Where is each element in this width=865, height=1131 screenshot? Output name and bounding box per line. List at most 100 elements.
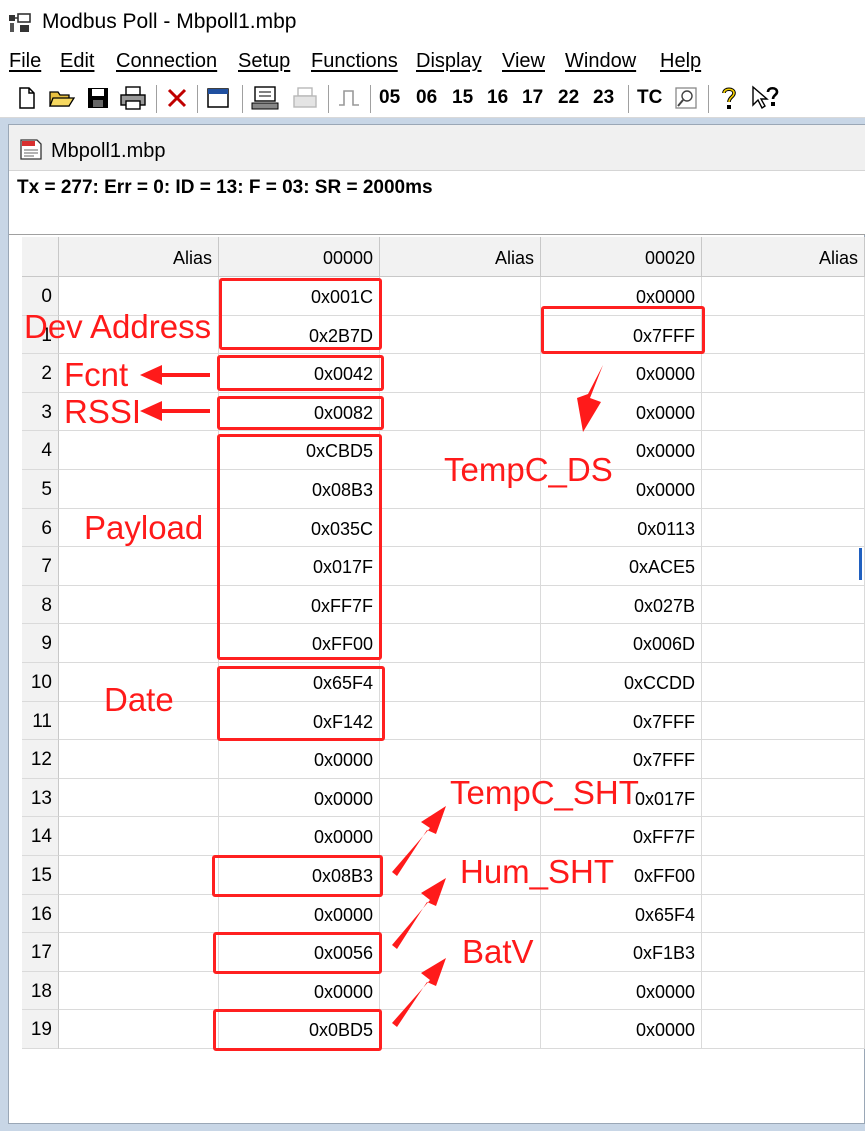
alias-cell[interactable] [702, 547, 865, 586]
alias-cell[interactable] [59, 470, 219, 509]
window-button[interactable] [205, 83, 231, 113]
alias-cell[interactable] [702, 431, 865, 470]
alias-cell[interactable] [59, 624, 219, 663]
fc-15-button[interactable]: 15 [452, 83, 473, 113]
alias-cell[interactable] [380, 547, 541, 586]
register-cell-00020[interactable]: 0x006D [541, 624, 702, 663]
alias-cell[interactable] [380, 277, 541, 316]
menu-functions[interactable]: Functions [311, 50, 398, 73]
alias-cell[interactable] [702, 585, 865, 625]
alias-cell[interactable] [59, 585, 219, 625]
address-header-00000[interactable]: 00000 [219, 237, 380, 277]
register-cell-00020[interactable]: 0x65F4 [541, 894, 702, 934]
alias-cell[interactable] [702, 1010, 865, 1049]
row-number[interactable]: 10 [22, 663, 59, 702]
alias-cell[interactable] [59, 547, 219, 586]
row-number[interactable]: 11 [22, 701, 59, 741]
register-cell-00020[interactable]: 0x0113 [541, 508, 702, 548]
read-write-button[interactable] [250, 83, 280, 113]
register-cell-00020[interactable]: 0x0000 [541, 354, 702, 393]
alias-cell[interactable] [59, 1010, 219, 1049]
alias-cell[interactable] [380, 971, 541, 1011]
row-number[interactable]: 6 [22, 508, 59, 548]
new-file-button[interactable] [16, 83, 38, 113]
open-file-button[interactable] [48, 83, 76, 113]
alias-header-2[interactable]: Alias [380, 237, 541, 277]
alias-cell[interactable] [702, 933, 865, 972]
menu-setup[interactable]: Setup [238, 50, 290, 73]
alias-cell[interactable] [702, 778, 865, 818]
alias-cell[interactable] [380, 624, 541, 663]
register-cell-00000[interactable]: 0x0000 [219, 971, 380, 1011]
alias-cell[interactable] [702, 971, 865, 1011]
register-cell-00000[interactable]: 0x0000 [219, 778, 380, 818]
alias-cell[interactable] [702, 508, 865, 548]
context-help-button[interactable] [750, 83, 782, 113]
row-number[interactable]: 5 [22, 470, 59, 509]
register-cell-00020[interactable]: 0x0000 [541, 1010, 702, 1049]
address-header-00020[interactable]: 00020 [541, 237, 702, 277]
row-number[interactable]: 16 [22, 894, 59, 934]
menu-file[interactable]: File [9, 50, 41, 73]
alias-cell[interactable] [59, 856, 219, 895]
pulse-button[interactable] [336, 83, 362, 113]
register-cell-00020[interactable]: 0x0000 [541, 392, 702, 432]
register-cell-00020[interactable]: 0x7FFF [541, 701, 702, 741]
alias-cell[interactable] [59, 971, 219, 1011]
register-cell-00020[interactable]: 0xACE5 [541, 547, 702, 586]
save-button[interactable] [86, 83, 110, 113]
alias-cell[interactable] [380, 392, 541, 432]
row-number[interactable]: 14 [22, 817, 59, 856]
alias-cell[interactable] [59, 740, 219, 779]
alias-cell[interactable] [59, 431, 219, 470]
disconnect-button[interactable] [164, 83, 190, 113]
menu-edit[interactable]: Edit [60, 50, 94, 73]
scroll-indicator[interactable] [859, 548, 862, 580]
alias-cell[interactable] [59, 817, 219, 856]
alias-cell[interactable] [380, 585, 541, 625]
menu-connection[interactable]: Connection [116, 50, 217, 73]
alias-cell[interactable] [702, 856, 865, 895]
alias-cell[interactable] [702, 354, 865, 393]
register-cell-00020[interactable]: 0x0000 [541, 971, 702, 1011]
alias-cell[interactable] [380, 701, 541, 741]
register-cell-00020[interactable]: 0x027B [541, 585, 702, 625]
zoom-button[interactable] [672, 83, 700, 113]
row-number[interactable]: 19 [22, 1010, 59, 1049]
alias-cell[interactable] [702, 894, 865, 934]
alias-cell[interactable] [380, 315, 541, 355]
traffic-monitor-button[interactable]: TC [637, 83, 662, 113]
alias-cell[interactable] [702, 701, 865, 741]
menu-help[interactable]: Help [660, 50, 701, 73]
row-number[interactable]: 2 [22, 354, 59, 393]
row-number[interactable]: 13 [22, 778, 59, 818]
alias-cell[interactable] [380, 663, 541, 702]
alias-cell[interactable] [380, 354, 541, 393]
alias-cell[interactable] [380, 740, 541, 779]
row-number[interactable]: 8 [22, 585, 59, 625]
register-cell-00020[interactable]: 0xF1B3 [541, 933, 702, 972]
row-number[interactable]: 12 [22, 740, 59, 779]
print-button[interactable] [118, 83, 148, 113]
fc-05-button[interactable]: 05 [379, 83, 400, 113]
register-cell-00020[interactable]: 0xCCDD [541, 663, 702, 702]
disabled-print-button[interactable] [290, 83, 320, 113]
fc-22-button[interactable]: 22 [558, 83, 579, 113]
row-number[interactable]: 17 [22, 933, 59, 972]
alias-cell[interactable] [59, 894, 219, 934]
alias-cell[interactable] [702, 392, 865, 432]
menu-display[interactable]: Display [416, 50, 482, 73]
alias-cell[interactable] [702, 277, 865, 316]
fc-06-button[interactable]: 06 [416, 83, 437, 113]
register-cell-00000[interactable]: 0x0000 [219, 740, 380, 779]
alias-cell[interactable] [380, 894, 541, 934]
alias-header-1[interactable]: Alias [59, 237, 219, 277]
register-cell-00020[interactable]: 0x7FFF [541, 740, 702, 779]
menu-view[interactable]: View [502, 50, 545, 73]
alias-cell[interactable] [59, 778, 219, 818]
alias-header-3[interactable]: Alias [702, 237, 865, 277]
row-number[interactable]: 9 [22, 624, 59, 663]
fc-16-button[interactable]: 16 [487, 83, 508, 113]
register-cell-00000[interactable]: 0x0000 [219, 817, 380, 856]
alias-cell[interactable] [702, 624, 865, 663]
